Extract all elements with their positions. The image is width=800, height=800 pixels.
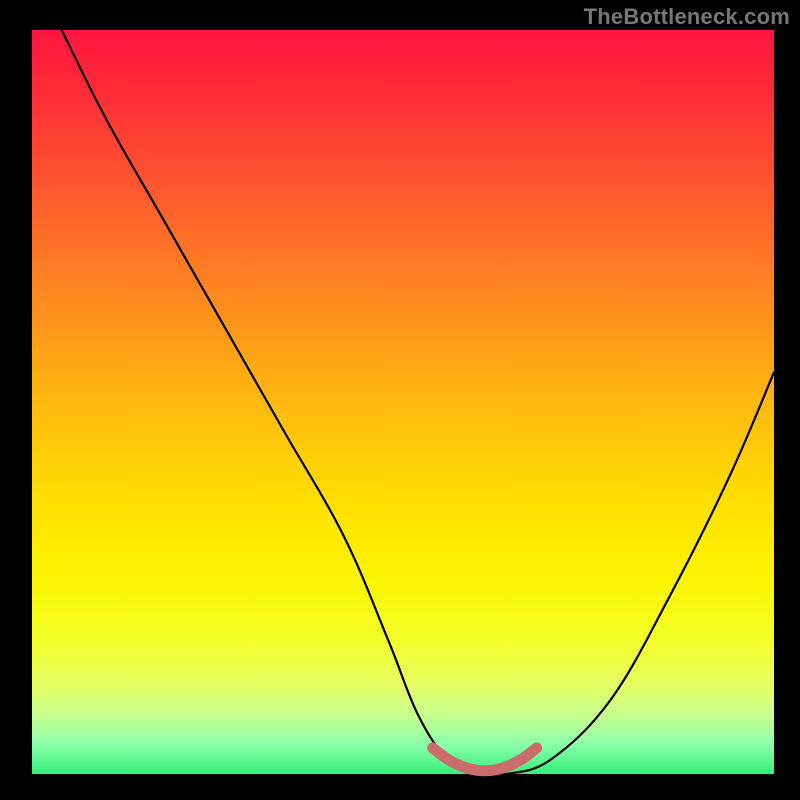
series-bottleneck-curve: [62, 30, 774, 776]
curve-svg: [32, 30, 774, 774]
chart-frame: TheBottleneck.com: [0, 0, 800, 800]
watermark-label: TheBottleneck.com: [584, 4, 790, 30]
plot-area: [32, 30, 774, 774]
series-optimal-range-marker: [433, 748, 537, 771]
